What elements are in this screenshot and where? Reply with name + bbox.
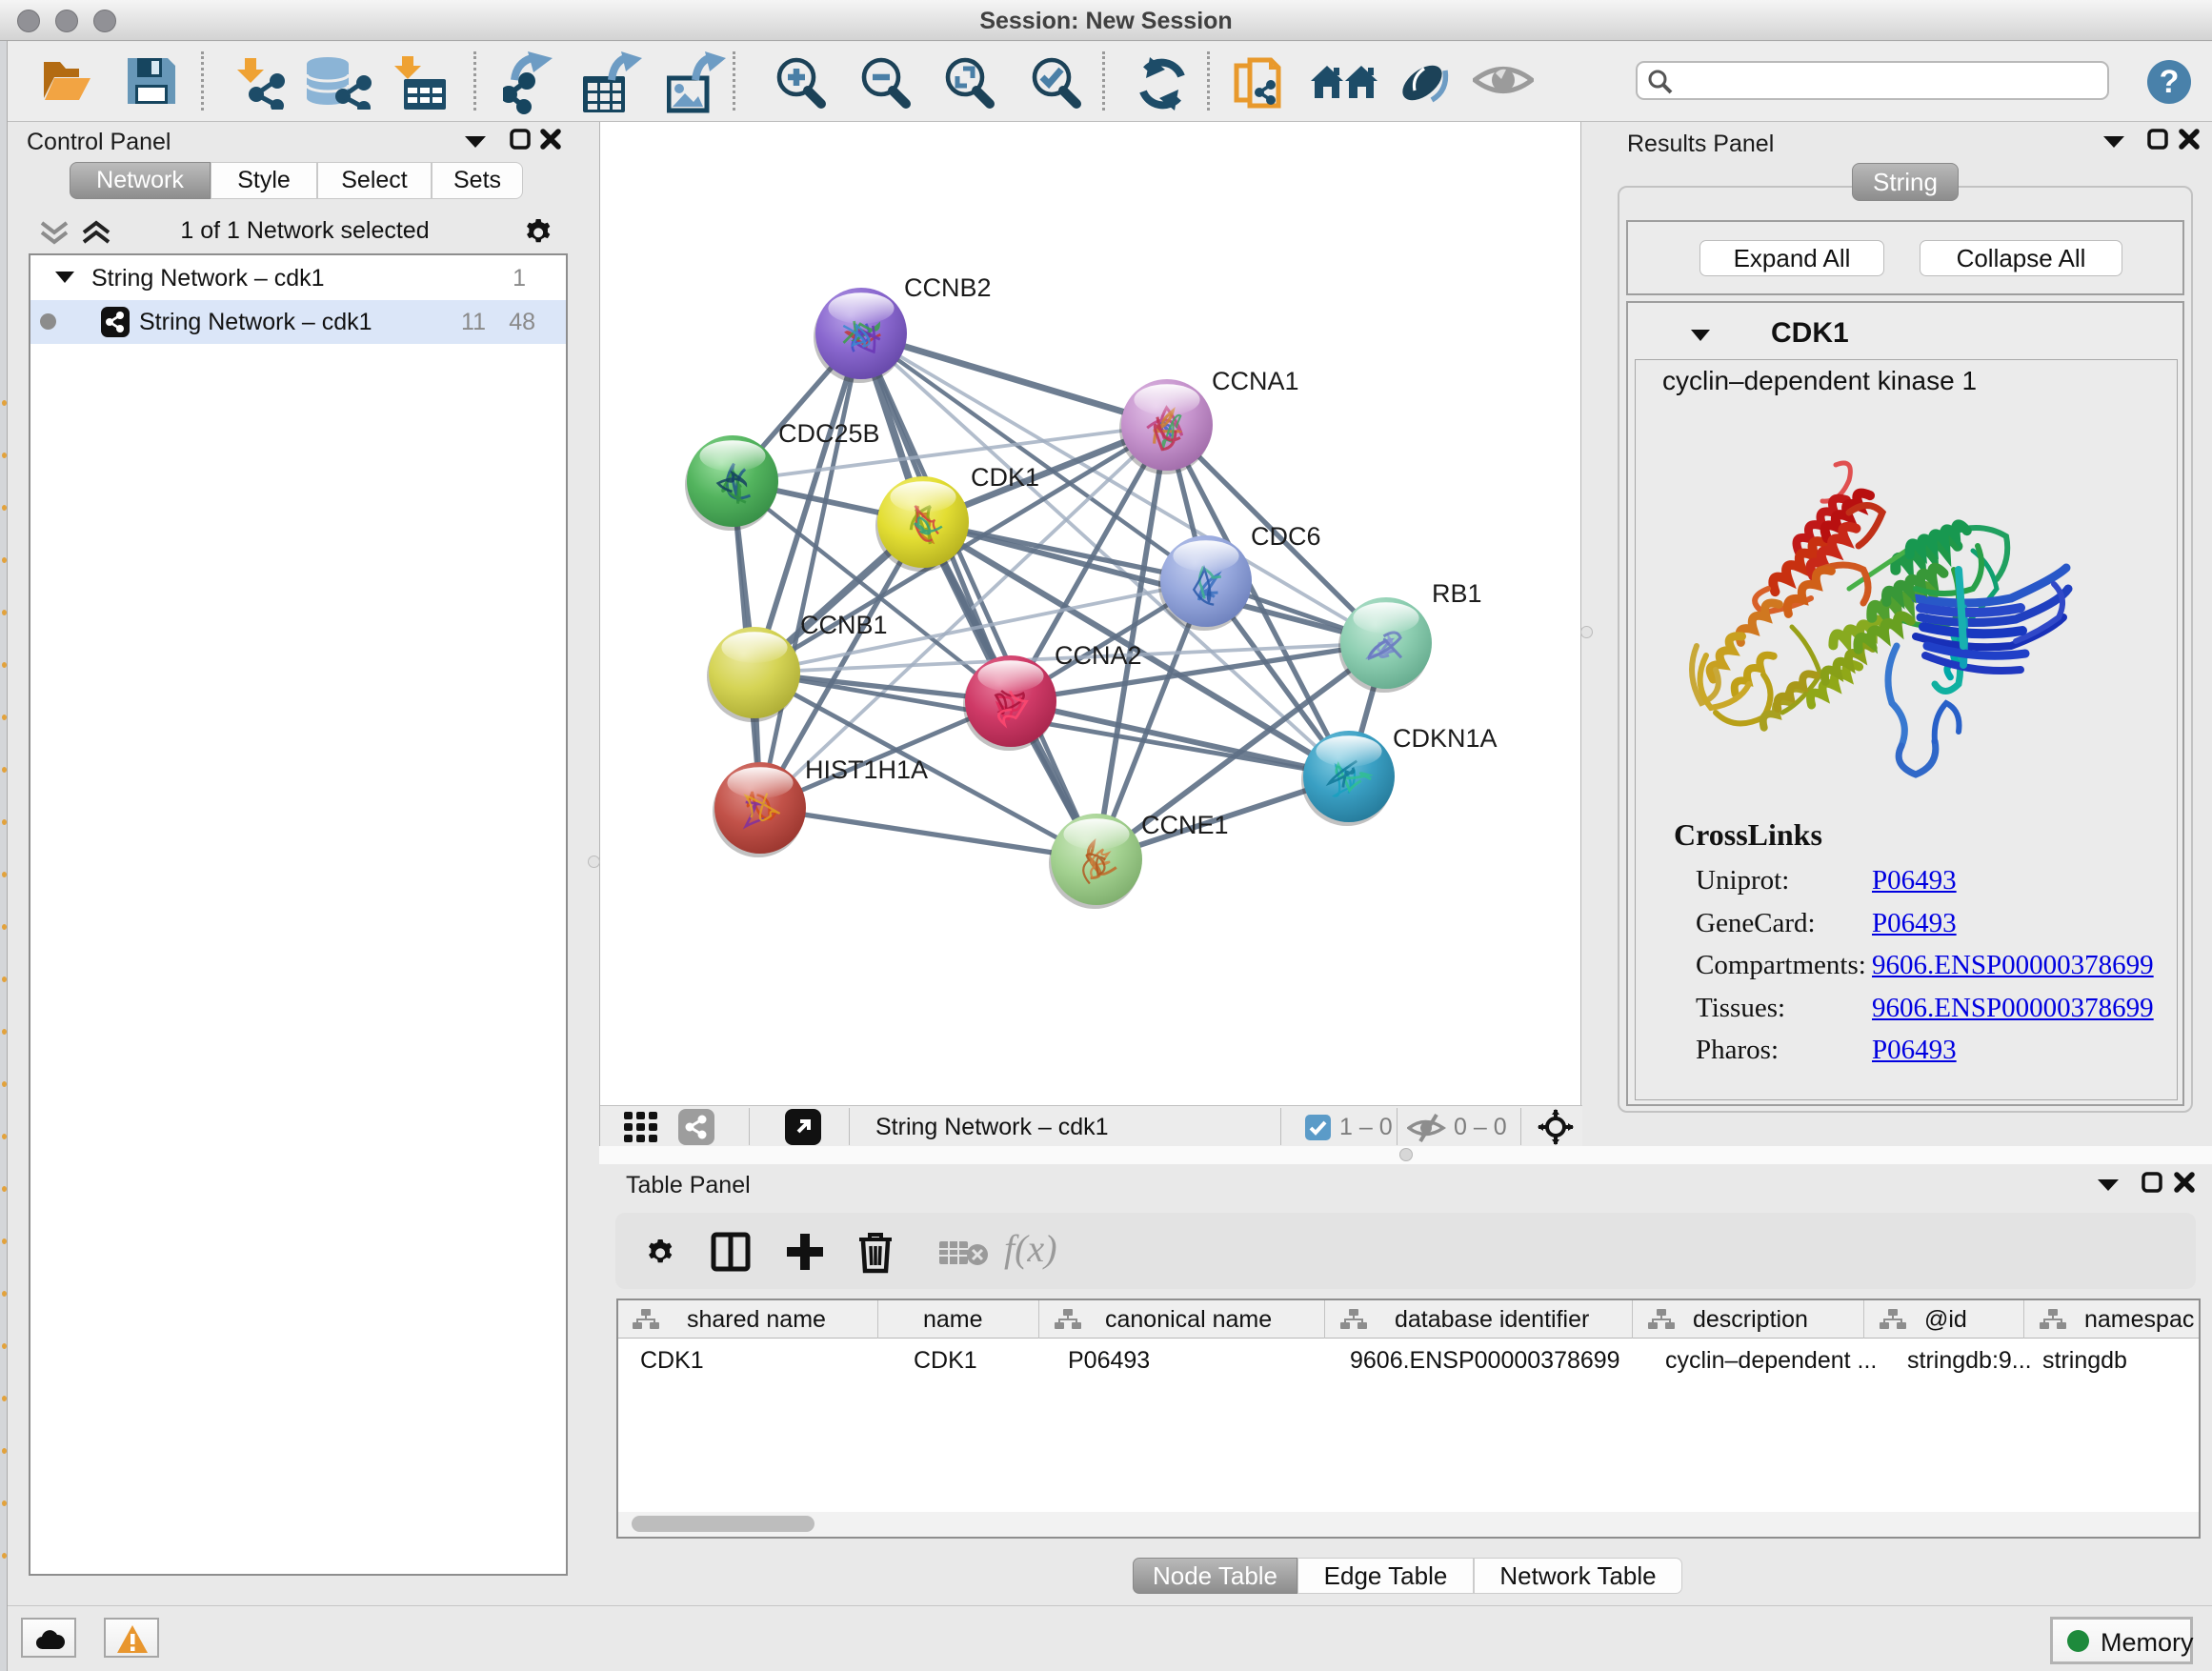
svg-text:CDC6: CDC6	[1251, 522, 1321, 551]
svg-text:RB1: RB1	[1432, 579, 1482, 608]
svg-text:CCNB2: CCNB2	[904, 273, 992, 302]
svg-text:CCNE1: CCNE1	[1141, 811, 1229, 839]
svg-text:CDKN1A: CDKN1A	[1393, 724, 1498, 753]
svg-text:CCNA1: CCNA1	[1212, 367, 1299, 395]
svg-text:CDK1: CDK1	[971, 463, 1039, 492]
svg-text:CCNB1: CCNB1	[800, 611, 888, 639]
svg-text:HIST1H1A: HIST1H1A	[805, 755, 928, 784]
svg-text:CDC25B: CDC25B	[778, 419, 880, 448]
svg-text:CCNA2: CCNA2	[1055, 641, 1142, 670]
